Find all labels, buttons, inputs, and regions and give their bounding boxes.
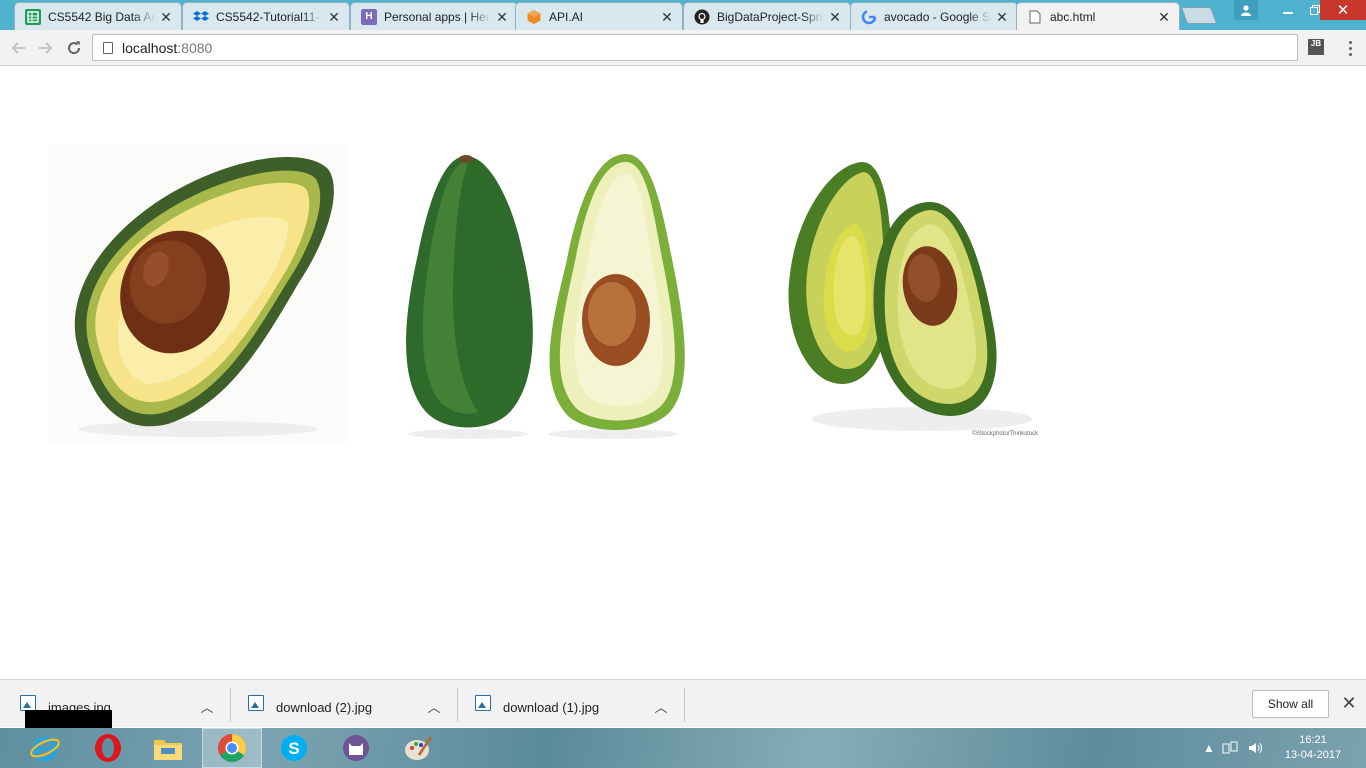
page-icon [1027, 9, 1043, 25]
github-icon [694, 9, 710, 25]
download-item-download-1[interactable]: download (1).jpg ︿ [455, 680, 685, 728]
tab-strip: CS5542 Big Data An ✕ CS5542-Tutorial11- … [0, 0, 1366, 30]
address-host: localhost [122, 39, 178, 56]
skype-icon[interactable]: S [264, 728, 324, 768]
tab-google-search-avocado[interactable]: avocado - Google S ✕ [850, 2, 1018, 30]
tab-title: abc.html [1050, 9, 1096, 24]
chevron-up-icon[interactable]: ︿ [654, 697, 668, 715]
chevron-up-icon[interactable]: ︿ [200, 697, 214, 715]
two-avocado-halves-image: ©iStockphoto/Thinkstock [752, 144, 1052, 442]
image-file-icon [475, 695, 491, 711]
close-tab-icon[interactable]: ✕ [995, 10, 1009, 24]
download-filename: download (1).jpg [503, 700, 600, 715]
user-profile-icon[interactable] [1234, 0, 1258, 20]
show-all-downloads-button[interactable]: Show all [1252, 690, 1329, 718]
system-clock[interactable]: 16:21 13-04-2017 [1278, 733, 1348, 763]
chrome-menu-icon[interactable] [1342, 36, 1358, 60]
chrome-icon[interactable] [202, 728, 262, 768]
github-desktop-icon[interactable] [326, 728, 386, 768]
divider [684, 688, 685, 722]
close-tab-icon[interactable]: ✕ [327, 10, 341, 24]
close-tab-icon[interactable]: ✕ [1157, 10, 1171, 24]
clock-date: 13-04-2017 [1284, 749, 1342, 761]
extension-label: JB [1310, 39, 1322, 48]
windows-taskbar: S ▲ 16:21 13-04-2017 [0, 728, 1366, 768]
minimize-window-icon[interactable] [1275, 0, 1301, 20]
browser-toolbar: localhost:8080 JB [0, 30, 1366, 66]
image-file-icon [248, 695, 264, 711]
downloads-shelf: images.jpg ︿ download (2).jpg ︿ download… [0, 679, 1366, 727]
avocado-half-image [48, 144, 348, 442]
internet-explorer-icon[interactable] [15, 728, 75, 768]
image-watermark: ©iStockphoto/Thinkstock [972, 430, 1039, 437]
tab-abc-html[interactable]: abc.html ✕ [1016, 2, 1180, 30]
tab-cs5542-big-data[interactable]: CS5542 Big Data An ✕ [14, 2, 182, 30]
tab-title: CS5542-Tutorial11- [216, 9, 320, 24]
heroku-icon: H [361, 8, 377, 25]
tab-title: BigDataProject-Spri [717, 9, 823, 24]
google-icon [861, 9, 877, 25]
whole-and-halved-avocado-image [388, 144, 688, 442]
sheets-icon [25, 8, 41, 25]
forward-button[interactable] [34, 36, 58, 60]
close-window-icon[interactable]: ✕ [1320, 0, 1366, 20]
dropbox-icon [193, 9, 209, 25]
jetbrains-extension-icon[interactable]: JB [1308, 39, 1324, 55]
close-tab-icon[interactable]: ✕ [660, 10, 674, 24]
redaction-bar [25, 710, 112, 728]
api-ai-icon [526, 9, 542, 25]
volume-icon[interactable] [1248, 728, 1264, 768]
address-port: :8080 [177, 39, 213, 56]
page-content: ©iStockphoto/Thinkstock [0, 67, 1366, 679]
address-bar[interactable]: localhost:8080 [92, 34, 1298, 61]
tab-heroku-personal-apps[interactable]: H Personal apps | Hero ✕ [350, 2, 518, 30]
tab-title: API.AI [549, 9, 584, 24]
tab-title: Personal apps | Hero [384, 9, 491, 24]
opera-icon[interactable] [78, 728, 138, 768]
image-file-icon [20, 695, 36, 711]
download-filename: download (2).jpg [276, 700, 373, 715]
tab-cs5542-tutorial11[interactable]: CS5542-Tutorial11- ✕ [182, 2, 350, 30]
close-downloads-shelf-icon[interactable]: ✕ [1340, 694, 1358, 712]
file-explorer-icon[interactable] [138, 728, 198, 768]
page-info-icon[interactable] [103, 41, 113, 54]
chevron-up-icon[interactable]: ︿ [427, 697, 441, 715]
close-tab-icon[interactable]: ✕ [495, 10, 509, 24]
back-button[interactable] [6, 36, 30, 60]
download-item-download-2[interactable]: download (2).jpg ︿ [228, 680, 458, 728]
show-hidden-icons-icon[interactable]: ▲ [1203, 728, 1215, 768]
tab-github-bigdataproject[interactable]: BigDataProject-Spri ✕ [683, 2, 851, 30]
tab-api-ai[interactable]: API.AI ✕ [515, 2, 683, 30]
svg-text:S: S [288, 739, 299, 758]
tab-title: CS5542 Big Data An [48, 9, 155, 24]
tab-title: avocado - Google S [884, 9, 991, 24]
close-tab-icon[interactable]: ✕ [159, 10, 173, 24]
reload-button[interactable] [62, 36, 86, 60]
new-tab-button[interactable] [1180, 7, 1218, 24]
close-tab-icon[interactable]: ✕ [828, 10, 842, 24]
network-icon[interactable] [1222, 728, 1238, 768]
clock-time: 16:21 [1299, 734, 1327, 746]
paint-icon[interactable] [388, 728, 448, 768]
